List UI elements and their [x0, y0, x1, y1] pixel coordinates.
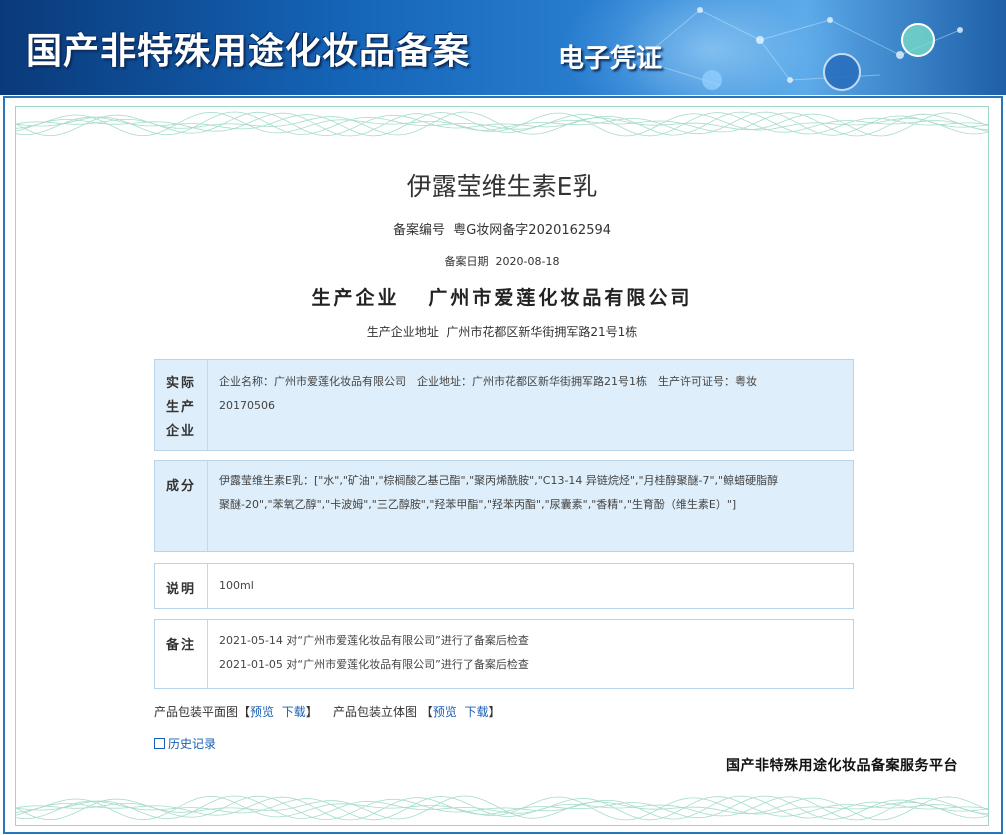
- ingredients-section: 成分 伊露莹维生素E乳：["水","矿油","棕榈酸乙基己酯","聚丙烯酰胺",…: [154, 460, 854, 552]
- flat-image-label: 产品包装平面图: [154, 705, 239, 719]
- certificate-body: 伊露莹维生素E乳 备案编号 粤G妆网备字2020162594 备案日期 2020…: [15, 106, 989, 826]
- history-link[interactable]: 历史记录: [154, 735, 216, 752]
- address-label: 生产企业地址: [366, 325, 439, 339]
- header-title: 国产非特殊用途化妆品备案: [26, 30, 471, 72]
- flat-preview-link[interactable]: 预览: [250, 705, 274, 719]
- content-line: 伊露莹维生素E乳：["水","矿油","棕榈酸乙基己酯","聚丙烯酰胺","C1…: [219, 474, 779, 487]
- reg-date-label: 备案日期: [444, 255, 489, 268]
- header-banner: 国产非特殊用途化妆品备案 电子凭证: [0, 0, 1006, 95]
- certificate-frame: 伊露莹维生素E乳 备案编号 粤G妆网备字2020162594 备案日期 2020…: [3, 96, 1003, 834]
- product-name: 伊露莹维生素E乳: [406, 172, 598, 201]
- solid-image-label: 产品包装立体图: [332, 705, 417, 719]
- company-label: 生产企业: [311, 287, 400, 309]
- description-section: 说明 100ml: [154, 563, 854, 609]
- guilloche-top-border: [16, 111, 988, 137]
- packaging-links: 产品包装平面图【预览 下载】 产品包装立体图 【预览 下载】: [154, 705, 501, 719]
- reg-date-value: 2020-08-18: [495, 255, 560, 268]
- description-content: 100ml: [219, 579, 254, 592]
- content-line: 2021-01-05 对“广州市爱莲化妆品有限公司”进行了备案后检查: [219, 658, 529, 671]
- actual-manufacturer-label: 实际 生产 企业: [155, 360, 208, 450]
- ingredients-label: 成分: [155, 461, 208, 551]
- solid-download-link[interactable]: 下载: [464, 705, 488, 719]
- reg-no-value: 粤G妆网备字2020162594: [453, 223, 612, 238]
- manufacturer-address: 生产企业地址 广州市花都区新华街拥军路21号1栋: [16, 323, 988, 340]
- registration-number: 备案编号 粤G妆网备字2020162594: [16, 219, 988, 238]
- platform-name: 国产非特殊用途化妆品备案服务平台: [726, 758, 958, 774]
- external-window-icon: [154, 738, 165, 749]
- label-line: 企业: [165, 424, 196, 439]
- actual-manufacturer-section: 实际 生产 企业 企业名称：广州市爱莲化妆品有限公司 企业地址：广州市花都区新华…: [154, 359, 854, 451]
- content-line: 聚醚-20","苯氧乙醇","卡波姆","三乙醇胺","羟苯甲酯","羟苯丙酯"…: [219, 498, 737, 511]
- label-line: 生产: [165, 400, 196, 415]
- remarks-section: 备注 2021-05-14 对“广州市爱莲化妆品有限公司”进行了备案后检查 20…: [154, 619, 854, 689]
- content-line: 企业名称：广州市爱莲化妆品有限公司 企业地址：广州市花都区新华街拥军路21号1栋…: [219, 375, 757, 388]
- reg-no-label: 备案编号: [392, 223, 445, 238]
- history-link-label[interactable]: 历史记录: [168, 737, 216, 751]
- content-line: 20170506: [219, 399, 275, 412]
- solid-preview-link[interactable]: 预览: [433, 705, 457, 719]
- remarks-label: 备注: [155, 620, 208, 688]
- header-subtitle: 电子凭证: [558, 44, 663, 74]
- actual-manufacturer-content: 企业名称：广州市爱莲化妆品有限公司 企业地址：广州市花都区新华街拥军路21号1栋…: [219, 370, 841, 418]
- description-label: 说明: [155, 564, 208, 608]
- flat-download-link[interactable]: 下载: [282, 705, 306, 719]
- manufacturer: 生产企业 广州市爱莲化妆品有限公司: [16, 283, 988, 310]
- remarks-content: 2021-05-14 对“广州市爱莲化妆品有限公司”进行了备案后检查 2021-…: [219, 629, 841, 677]
- address-value: 广州市花都区新华街拥军路21号1栋: [446, 325, 638, 339]
- label-line: 实际: [165, 376, 196, 391]
- content-line: 2021-05-14 对“广州市爱莲化妆品有限公司”进行了备案后检查: [219, 634, 529, 647]
- company-value: 广州市爱莲化妆品有限公司: [428, 287, 693, 309]
- guilloche-bottom-border: [16, 795, 988, 821]
- registration-date: 备案日期 2020-08-18: [16, 253, 988, 269]
- ingredients-content: 伊露莹维生素E乳：["水","矿油","棕榈酸乙基己酯","聚丙烯酰胺","C1…: [219, 469, 841, 517]
